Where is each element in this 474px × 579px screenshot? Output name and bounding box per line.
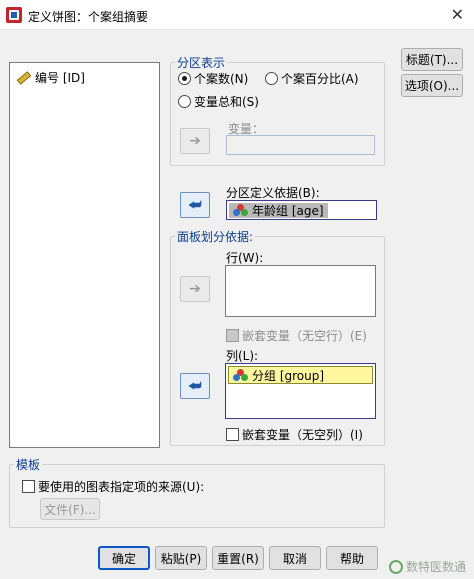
radio-n-of-cases[interactable]: 个案数(N) xyxy=(178,70,248,87)
nominal-variable-icon xyxy=(233,368,249,382)
watermark-text: 数特医数通 xyxy=(405,560,466,574)
rows-label: 行(W): xyxy=(226,251,264,265)
panel-by-legend: 面板划分依据: xyxy=(177,230,254,244)
list-item[interactable]: 编号 [ID] xyxy=(16,69,85,86)
move-to-columns-button[interactable]: ⮨ xyxy=(180,373,210,399)
slices-represent-legend: 分区表示 xyxy=(177,56,226,70)
nest-rows-checkbox[interactable]: 嵌套变量（无空行）(E) xyxy=(226,327,367,344)
columns-variable[interactable]: 分组 [group] xyxy=(228,366,373,384)
checkbox-icon[interactable] xyxy=(226,428,239,441)
reset-button[interactable]: 重置(R) xyxy=(212,546,264,570)
arrow-right-icon: ➔ xyxy=(189,133,201,149)
checkbox-icon[interactable] xyxy=(22,480,35,493)
define-slices-field[interactable]: 年龄组 [age] xyxy=(226,200,377,220)
paste-button[interactable]: 粘贴(P) xyxy=(155,546,207,570)
use-chart-spec-label: 要使用的图表指定项的来源(U): xyxy=(38,480,205,494)
close-icon[interactable]: ✕ xyxy=(451,5,464,24)
move-to-variable-button[interactable]: ➔ xyxy=(180,128,210,154)
source-variable-list[interactable]: 编号 [ID] xyxy=(9,62,160,448)
use-chart-spec-checkbox[interactable]: 要使用的图表指定项的来源(U): xyxy=(22,478,204,495)
rows-field[interactable] xyxy=(225,265,376,317)
define-slices-label: 分区定义依据(B): xyxy=(226,186,320,200)
arrow-left-icon: ⮨ xyxy=(188,197,202,213)
spss-app-icon xyxy=(6,7,22,23)
cancel-button[interactable]: 取消 xyxy=(269,546,321,570)
radio-percent-of-cases[interactable]: 个案百分比(A) xyxy=(265,70,359,87)
nest-rows-label: 嵌套变量（无空行）(E) xyxy=(242,329,367,343)
window-title: 定义饼图：个案组摘要 xyxy=(28,10,149,24)
titles-button[interactable]: 标题(T)... xyxy=(401,48,463,71)
arrow-left-icon: ⮨ xyxy=(188,378,202,394)
watermark-logo-icon xyxy=(388,559,403,574)
nest-columns-label: 嵌套变量（无空列）(I) xyxy=(242,428,363,442)
radio-button-icon[interactable] xyxy=(178,72,191,85)
columns-label: 列(L): xyxy=(226,349,259,363)
watermark: 数特医数通 xyxy=(388,558,466,575)
columns-value: 分组 [group] xyxy=(252,368,325,383)
radio-button-icon[interactable] xyxy=(178,95,191,108)
radio-label: 变量总和(S) xyxy=(194,95,259,109)
radio-label: 个案数(N) xyxy=(194,72,249,86)
arrow-right-icon: ➔ xyxy=(189,281,201,297)
nest-columns-checkbox[interactable]: 嵌套变量（无空列）(I) xyxy=(226,426,363,443)
define-slices-value: 年龄组 [age] xyxy=(252,204,324,218)
nominal-variable-icon xyxy=(233,204,249,217)
list-item-label: 编号 [ID] xyxy=(35,71,85,85)
move-to-define-slices-button[interactable]: ⮨ xyxy=(180,192,210,218)
checkbox-icon[interactable] xyxy=(226,329,239,342)
ruler-icon xyxy=(16,70,32,85)
define-slices-variable[interactable]: 年龄组 [age] xyxy=(229,203,328,218)
radio-sum-of-variable[interactable]: 变量总和(S) xyxy=(178,93,259,110)
options-button[interactable]: 选项(O)... xyxy=(401,74,463,97)
columns-field[interactable]: 分组 [group] xyxy=(225,363,376,419)
ok-button[interactable]: 确定 xyxy=(98,546,150,570)
variable-field[interactable] xyxy=(226,135,375,155)
radio-label: 个案百分比(A) xyxy=(281,72,359,86)
title-bar: 定义饼图：个案组摘要 ✕ xyxy=(0,0,474,30)
radio-button-icon[interactable] xyxy=(265,72,278,85)
move-to-rows-button[interactable]: ➔ xyxy=(180,276,210,302)
file-button[interactable]: 文件(F)... xyxy=(40,498,100,520)
template-legend: 模板 xyxy=(16,458,41,472)
help-button[interactable]: 帮助 xyxy=(326,546,378,570)
